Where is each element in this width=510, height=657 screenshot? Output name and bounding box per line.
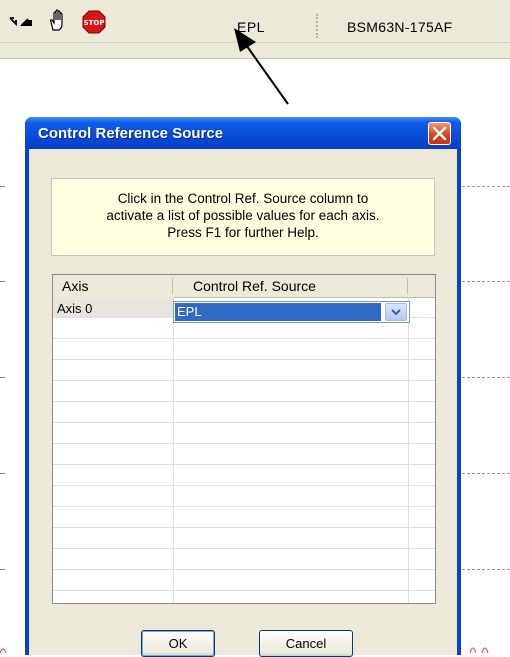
help-line: Press F1 for further Help.: [167, 225, 319, 240]
control-ref-source-dropdown[interactable]: EPL: [173, 301, 410, 323]
grid-header: Axis Control Ref. Source: [53, 275, 435, 298]
axis-source-grid: Axis Control Ref. Source Axis 0 EPL: [52, 274, 436, 604]
header-separator: [172, 278, 173, 294]
grid-hline: [53, 380, 435, 381]
graph-tick: [0, 281, 5, 282]
control-reference-source-dialog: Control Reference Source Click in the Co…: [25, 117, 461, 657]
grid-hline: [53, 506, 435, 507]
device-label[interactable]: BSM63N-175AF: [347, 19, 453, 35]
header-separator: [407, 278, 408, 294]
dialog-title: Control Reference Source: [38, 125, 224, 142]
graph-gridline: [462, 281, 510, 282]
annotation-arrow-icon: [234, 28, 289, 105]
graph-tick: [0, 377, 5, 378]
grid-vline: [408, 297, 409, 603]
grid-hline: [53, 359, 435, 360]
graph-tick: [0, 473, 5, 474]
dialog-titlebar[interactable]: Control Reference Source: [25, 117, 461, 149]
ok-button[interactable]: OK: [141, 630, 215, 657]
grid-hline: [53, 443, 435, 444]
dialog-body: Click in the Control Ref. Source column …: [29, 149, 457, 657]
grid-hline: [53, 338, 435, 339]
help-line: Click in the Control Ref. Source column …: [117, 191, 369, 206]
cursor-arrows-icon[interactable]: [8, 8, 34, 34]
help-text-box: Click in the Control Ref. Source column …: [51, 178, 435, 256]
axis-cell: Axis 0: [57, 301, 93, 316]
grid-vline: [173, 297, 174, 603]
help-line: activate a list of possible values for e…: [106, 208, 380, 223]
graph-gridline: [462, 473, 510, 474]
cancel-button[interactable]: Cancel: [259, 630, 353, 657]
graph-tick: [0, 186, 5, 187]
column-header-axis[interactable]: Axis: [62, 278, 88, 294]
graph-gridline: [462, 186, 510, 187]
chevron-down-icon: [391, 309, 401, 316]
grid-hline: [53, 401, 435, 402]
grid-hline: [53, 527, 435, 528]
hand-icon[interactable]: [45, 8, 71, 34]
graph-tick: [0, 569, 5, 570]
grid-hline: [53, 548, 435, 549]
close-button[interactable]: [428, 122, 451, 145]
grid-hline: [53, 569, 435, 570]
toolbar-separator: [316, 14, 318, 38]
stop-sign-text: STOP: [84, 19, 105, 27]
dropdown-button[interactable]: [385, 303, 407, 321]
stop-sign-icon[interactable]: STOP: [80, 8, 108, 36]
dropdown-selected-value[interactable]: EPL: [175, 303, 381, 321]
column-header-control-ref-source[interactable]: Control Ref. Source: [193, 278, 316, 294]
graph-gridline: [462, 569, 510, 570]
grid-hline: [53, 590, 435, 591]
graph-gridline: [462, 377, 510, 378]
grid-hline: [53, 485, 435, 486]
grid-hline: [53, 422, 435, 423]
grid-hline: [53, 464, 435, 465]
close-icon: [432, 126, 447, 141]
